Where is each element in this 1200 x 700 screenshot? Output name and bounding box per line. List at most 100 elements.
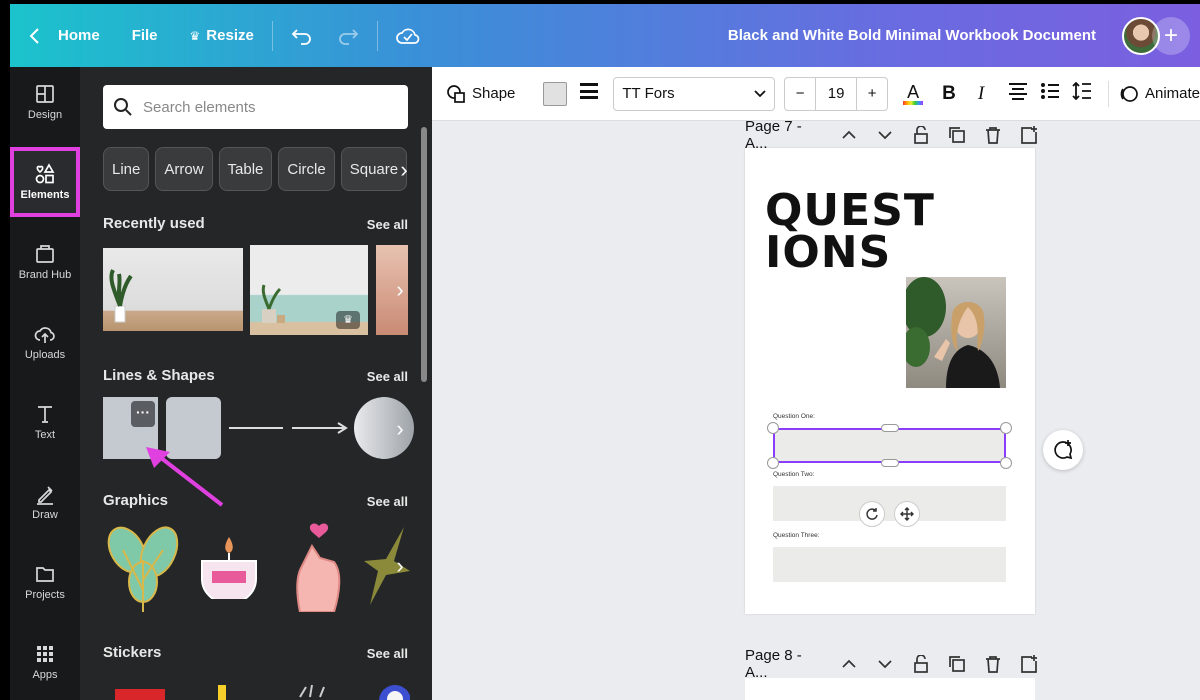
- page-title[interactable]: Page 8 - A...: [745, 647, 827, 681]
- delete-page-button[interactable]: [975, 126, 1011, 144]
- rail-item-brand-hub[interactable]: Brand Hub: [10, 227, 80, 297]
- page-title[interactable]: Page 7 - A...: [745, 118, 827, 152]
- rainbow-bar: [903, 100, 924, 105]
- decrease-size-button[interactable]: −: [785, 77, 817, 110]
- save-status-button[interactable]: [384, 16, 432, 56]
- resize-handle-bottom[interactable]: [881, 459, 899, 467]
- resize-handle-bl[interactable]: [767, 457, 779, 469]
- more-options-button[interactable]: ···: [131, 401, 155, 427]
- search-box[interactable]: [103, 85, 408, 129]
- rail-item-design[interactable]: Design: [10, 67, 80, 137]
- list-button[interactable]: [1040, 82, 1060, 105]
- chevron-right-icon[interactable]: ›: [390, 414, 410, 444]
- chip-line[interactable]: Line: [103, 147, 150, 191]
- resize-handle-br[interactable]: [1000, 457, 1012, 469]
- add-page-button[interactable]: [1011, 126, 1047, 144]
- add-page-icon: [1021, 655, 1037, 673]
- rail-item-uploads[interactable]: Uploads: [10, 307, 80, 377]
- redo-button[interactable]: [325, 16, 371, 56]
- page-up-button[interactable]: [831, 655, 867, 673]
- section-title-lines-shapes: Lines & Shapes: [103, 367, 215, 384]
- align-button[interactable]: [1008, 82, 1028, 105]
- add-page-button[interactable]: [1011, 655, 1047, 673]
- rail-item-text[interactable]: Text: [10, 387, 80, 457]
- undo-icon: [291, 28, 311, 45]
- undo-button[interactable]: [279, 16, 325, 56]
- file-menu-button[interactable]: File: [120, 16, 170, 56]
- add-page-icon: [1021, 126, 1037, 144]
- shape-icon: [447, 84, 465, 103]
- chip-table[interactable]: Table: [218, 147, 273, 191]
- page-down-button[interactable]: [867, 126, 903, 144]
- see-all-recently-used[interactable]: See all: [367, 217, 408, 232]
- resize-handle-tl[interactable]: [767, 422, 779, 434]
- see-all-lines-shapes[interactable]: See all: [367, 369, 408, 384]
- see-all-graphics[interactable]: See all: [367, 494, 408, 509]
- text-color-button[interactable]: A: [902, 83, 924, 105]
- search-input[interactable]: [143, 98, 383, 116]
- duplicate-page-button[interactable]: [939, 655, 975, 673]
- rail-item-elements[interactable]: Elements: [10, 147, 80, 217]
- italic-button[interactable]: I: [970, 83, 992, 105]
- page-down-button[interactable]: [867, 655, 903, 673]
- chevron-right-icon[interactable]: ›: [390, 551, 410, 581]
- add-collaborator-button[interactable]: +: [1152, 16, 1190, 55]
- border-style-button[interactable]: [579, 82, 599, 105]
- duplicate-page-button[interactable]: [939, 126, 975, 144]
- rotate-button[interactable]: [859, 501, 885, 527]
- animate-button[interactable]: Animate: [1119, 84, 1200, 104]
- rail-item-projects[interactable]: Projects: [10, 547, 80, 617]
- page-7[interactable]: QUEST IONS Question One: Question Two: Q…: [745, 148, 1035, 614]
- answer-box-3[interactable]: [773, 547, 1006, 582]
- question-one-label[interactable]: Question One:: [773, 413, 815, 420]
- recent-room-image-1[interactable]: [103, 248, 243, 331]
- questions-heading[interactable]: QUEST IONS: [765, 189, 935, 275]
- resize-handle-top[interactable]: [881, 424, 899, 432]
- chip-circle[interactable]: Circle: [278, 147, 335, 191]
- question-three-label[interactable]: Question Three:: [773, 532, 820, 539]
- rail-label: Brand Hub: [18, 269, 72, 281]
- rail-label: Text: [34, 429, 56, 441]
- chevron-up-icon: [842, 130, 856, 139]
- chip-arrow[interactable]: Arrow: [155, 147, 213, 191]
- rail-item-draw[interactable]: Draw: [10, 467, 80, 537]
- side-rail: Design Elements Brand Hub Uploads Text D…: [10, 67, 80, 700]
- spacing-button[interactable]: [1072, 81, 1092, 105]
- photo-woman[interactable]: [906, 277, 1006, 388]
- increase-size-button[interactable]: +: [856, 77, 887, 110]
- shape-arrow-line[interactable]: [292, 417, 350, 439]
- chevron-right-icon[interactable]: ›: [394, 155, 414, 185]
- rail-item-apps[interactable]: Apps: [10, 627, 80, 697]
- page-8-header: Page 8 - A...: [745, 647, 1047, 681]
- chevron-right-icon[interactable]: ›: [390, 275, 410, 305]
- see-all-stickers[interactable]: See all: [367, 646, 408, 661]
- home-button[interactable]: Home: [10, 16, 112, 56]
- page-up-button[interactable]: [831, 126, 867, 144]
- resize-button[interactable]: ♛ Resize: [178, 16, 266, 56]
- graphic-leaves[interactable]: [103, 520, 183, 612]
- page-8[interactable]: [745, 678, 1035, 700]
- sticker-row[interactable]: [110, 679, 410, 700]
- graphic-heart-hand[interactable]: [290, 522, 348, 612]
- delete-page-button[interactable]: [975, 655, 1011, 673]
- font-family-dropdown[interactable]: TT Fors: [613, 76, 776, 111]
- fill-color-swatch[interactable]: [543, 81, 568, 106]
- graphic-candle[interactable]: [198, 535, 260, 599]
- lock-page-button[interactable]: [903, 126, 939, 144]
- question-two-label[interactable]: Question Two:: [773, 471, 814, 478]
- shape-line[interactable]: [229, 417, 285, 439]
- resize-handle-tr[interactable]: [1000, 422, 1012, 434]
- bold-button[interactable]: B: [938, 83, 960, 105]
- shape-button[interactable]: Shape: [446, 84, 515, 104]
- comment-plus-icon: [1054, 440, 1073, 460]
- answer-box-2[interactable]: [773, 486, 1006, 521]
- move-icon: [900, 507, 914, 521]
- document-title[interactable]: Black and White Bold Minimal Workbook Do…: [728, 27, 1096, 44]
- panel-scrollbar[interactable]: [421, 127, 427, 382]
- lock-page-button[interactable]: [903, 655, 939, 673]
- font-size-input[interactable]: 19: [816, 85, 856, 102]
- move-button[interactable]: [894, 501, 920, 527]
- add-comment-button[interactable]: [1043, 430, 1083, 470]
- line-spacing-icon: [1072, 81, 1091, 101]
- recent-room-image-2[interactable]: ♛: [250, 245, 368, 335]
